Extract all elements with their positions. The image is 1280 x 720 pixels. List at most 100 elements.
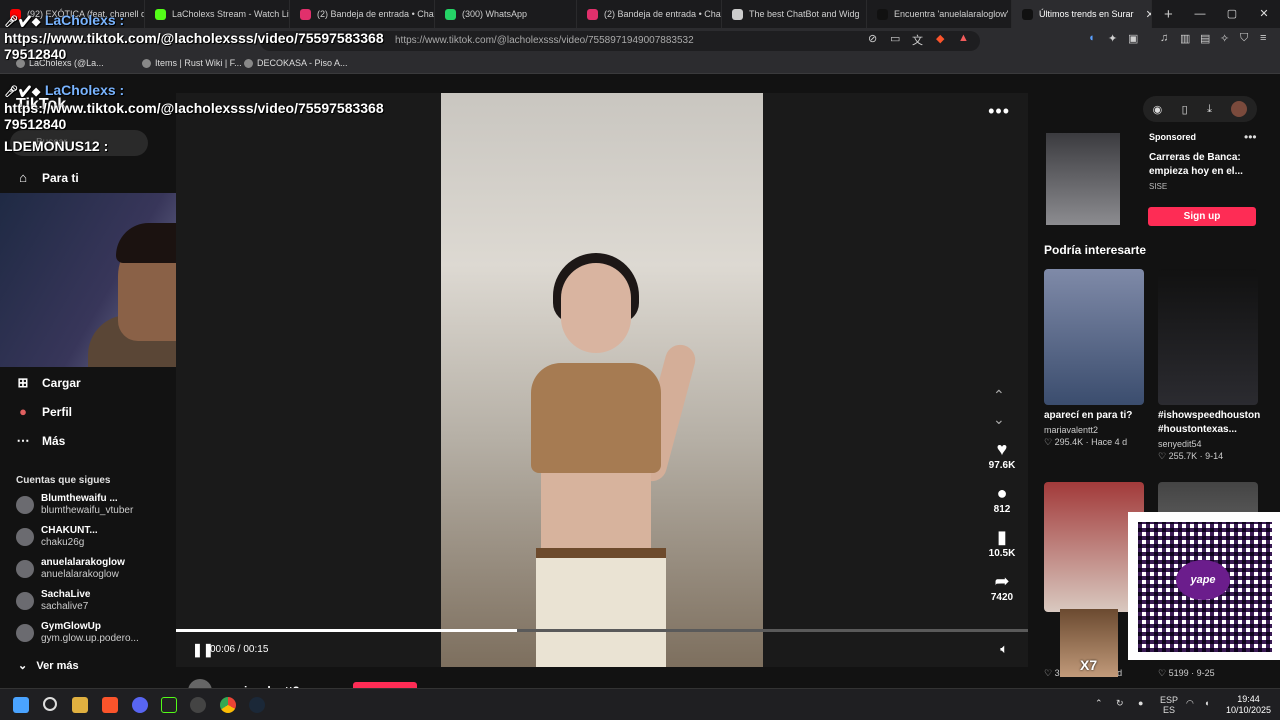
video-frame[interactable] (441, 93, 763, 667)
dancer-pants (536, 548, 666, 667)
app-icon[interactable] (190, 697, 206, 713)
obs-icon[interactable] (161, 697, 177, 713)
nav-mas[interactable]: ⋯ Más (16, 433, 66, 449)
meme-label: X7 (1080, 657, 1098, 673)
nav-cargar[interactable]: ⊞ Cargar (16, 375, 81, 391)
rec-author[interactable]: senyedit54 (1158, 439, 1258, 449)
ad-brand: SISE (1149, 182, 1168, 191)
sync-icon[interactable]: ↻ (1116, 698, 1124, 709)
ad-thumbnail[interactable] (1046, 133, 1120, 225)
chat-overlay-mid: 🎤︎✔︎◆ LaCholexs : https://www.tiktok.com… (4, 82, 384, 154)
share-button[interactable]: ➦ 7420 (984, 571, 1020, 603)
home-icon: ⌂ (19, 170, 27, 185)
following-name: SachaLive (41, 589, 91, 600)
rec-title[interactable]: aparecí en para ti? (1044, 409, 1154, 423)
rec-author[interactable]: mariavalentt2 (1044, 425, 1144, 435)
phone-icon[interactable]: ▯ (1182, 103, 1188, 116)
following-item[interactable]: SachaLive sachalive7 (16, 587, 166, 615)
translate-icon[interactable]: 文 (912, 32, 923, 48)
top-right-actions: ◉ ▯ ⤓ (1143, 96, 1257, 122)
progress-bar[interactable] (176, 629, 1028, 632)
audio-icon[interactable]: ◖ (1088, 32, 1095, 44)
tab-label: Encuentra 'anuelalaraloglow' e (894, 9, 1012, 19)
start-icon[interactable] (13, 697, 29, 713)
rec-thumbnail[interactable] (1158, 269, 1258, 405)
browser-tab[interactable]: Encuentra 'anuelalaraloglow' e (867, 0, 1012, 28)
steam-icon[interactable] (249, 697, 265, 713)
reader-icon[interactable]: ⊘ (868, 32, 877, 45)
menu-icon[interactable]: ≡ (1260, 32, 1266, 44)
leo-icon[interactable]: ✧ (1220, 32, 1229, 45)
tab-label: (2) Bandeja de entrada • Chats (604, 9, 722, 19)
volume-icon[interactable]: 🔈︎ (1000, 641, 1008, 657)
rec-thumbnail[interactable] (1044, 269, 1144, 405)
following-item[interactable]: CHAKUNT... chaku26g (16, 523, 166, 551)
following-item[interactable]: Blumthewaifu ... blumthewaifu_vtuber (16, 491, 166, 519)
file-explorer-icon[interactable] (72, 697, 88, 713)
ad-more-icon[interactable]: ••• (1244, 130, 1257, 144)
discord-icon[interactable] (132, 697, 148, 713)
browser-tab[interactable]: The best ChatBot and Widg (722, 0, 867, 28)
chevron-up-icon[interactable]: ⌃ (993, 387, 1005, 404)
following-item[interactable]: GymGlowUp gym.glow.up.podero... (16, 619, 166, 647)
browser-tab[interactable]: Últimos trends en Surar✕ (1012, 0, 1152, 28)
windows-taskbar: ⌃ ↻ ● ESP ES ◠ ◖ 19:44 10/10/2025 (0, 688, 1280, 720)
language-indicator[interactable]: ESP ES (1160, 695, 1178, 715)
screenshot-icon[interactable]: ▣ (1128, 32, 1138, 45)
minimize-icon[interactable]: — (1184, 0, 1216, 28)
tray-chevron-icon[interactable]: ⌃ (1095, 698, 1103, 709)
taskbar-clock[interactable]: 19:44 10/10/2025 (1226, 694, 1271, 716)
nav-para-ti[interactable]: ⌂ Para ti (16, 170, 79, 185)
mic-icon[interactable]: ● (1138, 698, 1143, 708)
rec-card[interactable]: aparecí en para ti? mariavalentt2 ♡ 295.… (1044, 269, 1144, 448)
rewards-icon[interactable]: ▲ (958, 32, 969, 44)
tab-label: Últimos trends en Surar (1039, 9, 1134, 19)
avatar[interactable] (1231, 101, 1248, 117)
yape-badge: yape (1176, 560, 1230, 600)
wifi-icon[interactable]: ◠ (1186, 698, 1194, 709)
like-button[interactable]: ♥ 97.6K (984, 439, 1020, 471)
upload-icon: ⊞ (17, 375, 29, 390)
screen-icon[interactable]: ▭ (890, 32, 900, 45)
nav-perfil[interactable]: ● Perfil (16, 404, 72, 419)
chat-overlay-top: 🎤︎✔︎◆ LaCholexs : https://www.tiktok.com… (4, 12, 384, 62)
coin-icon[interactable]: ◉ (1153, 103, 1163, 116)
tiktok-page: TikTok Buscar ⌂ Para ti ⊞ Cargar ● Perfil ⋯… (0, 76, 1280, 703)
search-icon[interactable] (43, 697, 57, 711)
save-button[interactable]: ▮ 10.5K (984, 527, 1020, 559)
window-controls: — ▢ ✕ (1184, 0, 1280, 28)
qr-code-overlay: yape (1128, 512, 1280, 660)
download-icon[interactable]: ⤓ (1207, 103, 1212, 116)
extensions-icon[interactable]: ✦ (1108, 32, 1117, 45)
tab-label: (300) WhatsApp (462, 9, 528, 19)
ver-mas-button[interactable]: ⌄ Ver más (18, 659, 79, 672)
rec-card[interactable]: #ishowspeedhouston #houstontexas... seny… (1158, 269, 1260, 462)
volume-icon[interactable]: ◖ (1204, 698, 1209, 708)
more-options-icon[interactable]: ••• (988, 101, 1010, 122)
browser-tab[interactable]: (2) Bandeja de entrada • Chats (577, 0, 722, 28)
rec-stats: ♡ 295.4K · Hace 4 d (1044, 437, 1128, 447)
avatar (16, 528, 34, 546)
brave-shield-icon[interactable]: ◆ (936, 32, 944, 45)
comment-button[interactable]: ● 812 (984, 483, 1020, 515)
browser-tab[interactable]: (300) WhatsApp (435, 0, 577, 28)
ad-title[interactable]: Carreras de Banca: empieza hoy en el... (1149, 151, 1249, 179)
rec-title[interactable]: #ishowspeedhouston #houstontexas... (1158, 409, 1268, 437)
chevron-down-icon[interactable]: ⌄ (993, 411, 1005, 428)
following-item[interactable]: anuelalarakoglow anuelalarakoglow (16, 555, 166, 583)
following-handle: sachalive7 (41, 601, 89, 612)
music-icon[interactable]: ♫ (1160, 32, 1168, 44)
tab-favicon-icon (1022, 8, 1033, 20)
new-tab-icon[interactable]: + (1152, 6, 1185, 23)
vpn-icon[interactable]: ⛉ (1240, 32, 1248, 45)
video-player[interactable]: ••• ⌃ ⌄ ♥ 97.6K ● 812 ▮ 10.5K ➦ 7420 ❚❚ 00:0… (176, 93, 1028, 667)
sidebar-icon[interactable]: ▥ (1180, 32, 1190, 45)
badge-icons: 🎤︎✔︎◆ (4, 86, 41, 98)
close-icon[interactable]: ✕ (1248, 0, 1280, 28)
maximize-icon[interactable]: ▢ (1216, 0, 1248, 28)
chrome-icon[interactable] (220, 697, 236, 713)
wallet-icon[interactable]: ▤ (1200, 32, 1210, 45)
more-icon: ⋯ (16, 433, 30, 448)
sign-up-button[interactable]: Sign up (1148, 207, 1256, 226)
brave-icon[interactable] (102, 697, 118, 713)
